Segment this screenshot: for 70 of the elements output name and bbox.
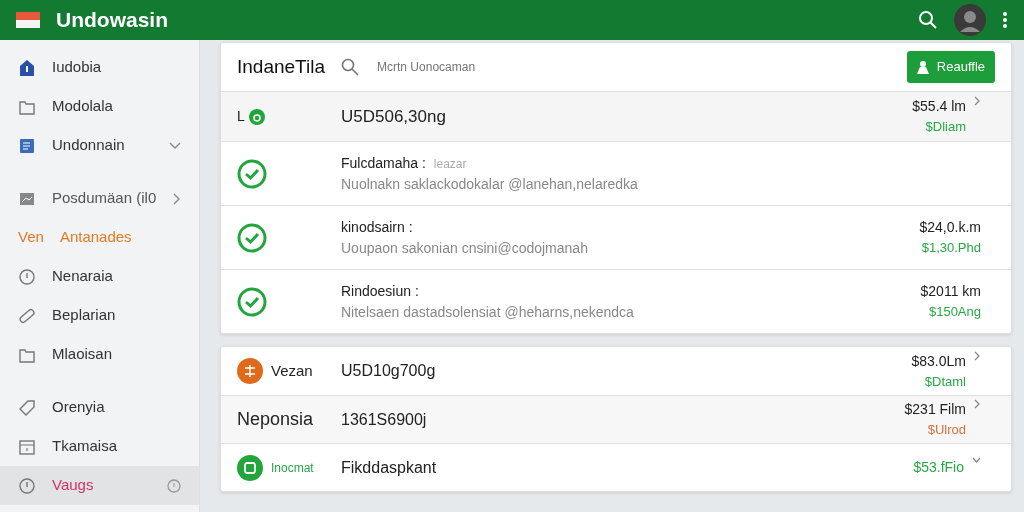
sub-amount: $150Ang: [927, 303, 981, 322]
sidebar-item[interactable]: Mlaoisan: [0, 335, 199, 374]
amount: $231 Film: [904, 400, 966, 420]
check-circle-icon: [237, 286, 267, 317]
row-note: leazar: [433, 155, 467, 173]
row-title: kinodsairn :: [341, 217, 413, 237]
amount: $83.0Lm: [911, 351, 966, 371]
sidebar-item[interactable]: Beplarian: [0, 296, 199, 335]
account-row[interactable]: Neponsia 1361S6900j $231 Film $Ulrod: [221, 395, 1011, 443]
panel-title: IndaneTila: [237, 54, 326, 79]
status-icon: [248, 108, 265, 125]
amount: $55.4 lm: [912, 97, 966, 117]
sidebar-item[interactable]: Iudobia: [0, 48, 199, 87]
tag-icon: [18, 398, 36, 417]
app-title: Undowasin: [56, 7, 168, 34]
account-value: U5D10g700g: [341, 361, 437, 381]
clock-icon: [18, 267, 36, 286]
sub-amount: $Ulrod: [926, 421, 966, 440]
chevron-right-icon: [974, 350, 981, 361]
calendar-icon: [18, 437, 36, 456]
account-value: 1361S6900j: [341, 409, 428, 430]
amount: $2011 km: [920, 282, 981, 302]
check-circle-icon: [237, 158, 267, 189]
clock-icon: [167, 478, 181, 493]
sidebar-item[interactable]: Modolala: [0, 87, 199, 126]
chevron-down-icon: [169, 141, 181, 150]
account-label: Inocmat: [271, 459, 314, 477]
sidebar-item[interactable]: Posdumäan (il0: [0, 179, 199, 218]
account-value: Fikddaspkant: [341, 457, 438, 478]
row-label: L: [237, 107, 245, 126]
row-subtitle: Uoupaon sakonian cnsini@codojmanah: [341, 238, 589, 258]
document-icon: [18, 136, 36, 155]
sidebar-item[interactable]: Vaugs: [0, 466, 199, 505]
row-subtitle: Nitelsaen dastadsolensiat @heharns,nekendca: [341, 302, 635, 322]
row-subtitle: Nuolnakn saklackodokalar @lanehan,nelaredka: [341, 174, 639, 194]
item-prefix: Ven: [18, 227, 44, 248]
chevron-right-icon: [173, 192, 181, 205]
sub-amount: $Dliam: [924, 118, 966, 137]
account-row[interactable]: Inocmat Fikddaspkant $53.fFio: [221, 443, 1011, 491]
check-circle-icon: [237, 222, 267, 253]
upload-button[interactable]: Reauffle: [906, 51, 995, 83]
sub-amount: $Dtaml: [923, 372, 966, 391]
house-icon: [18, 58, 36, 77]
row-title: Rindoesiun :: [341, 281, 419, 301]
chevron-right-icon: [974, 399, 981, 410]
clock-icon: [18, 476, 36, 495]
sidebar-item[interactable]: Tkamaisa: [0, 427, 199, 466]
account-label: Vezan: [271, 360, 313, 381]
wallet-icon: [237, 454, 263, 481]
coin-icon: [237, 358, 263, 384]
sidebar-item[interactable]: Nenaraia: [0, 257, 199, 296]
person-icon: [916, 60, 929, 74]
chevron-right-icon: [974, 96, 981, 107]
search-icon: [341, 58, 360, 76]
more-icon[interactable]: [1002, 11, 1008, 29]
search-icon[interactable]: [918, 10, 938, 30]
sidebar-item[interactable]: Undonnain: [0, 126, 199, 165]
account-row[interactable]: Vezan U5D10g700g $83.0Lm $Dtaml: [221, 347, 1011, 395]
sub-amount: $1,30.Phd: [920, 239, 981, 258]
amount: $24,0.k.m: [919, 218, 981, 238]
flag-icon: [16, 10, 40, 30]
row-value: U5D506,30ng: [341, 105, 447, 128]
pill-icon: [18, 306, 36, 325]
account-label: Neponsia: [237, 408, 314, 431]
summary-row[interactable]: L U5D506,30ng $55.4 lm $Dliam: [221, 91, 1011, 141]
avatar-icon[interactable]: [954, 4, 986, 36]
row-title: Fulcdamaha :: [341, 153, 426, 173]
amount: $53.fFio: [913, 458, 964, 477]
sidebar-item[interactable]: Orenyia: [0, 388, 199, 427]
chevron-down-icon: [972, 457, 981, 463]
